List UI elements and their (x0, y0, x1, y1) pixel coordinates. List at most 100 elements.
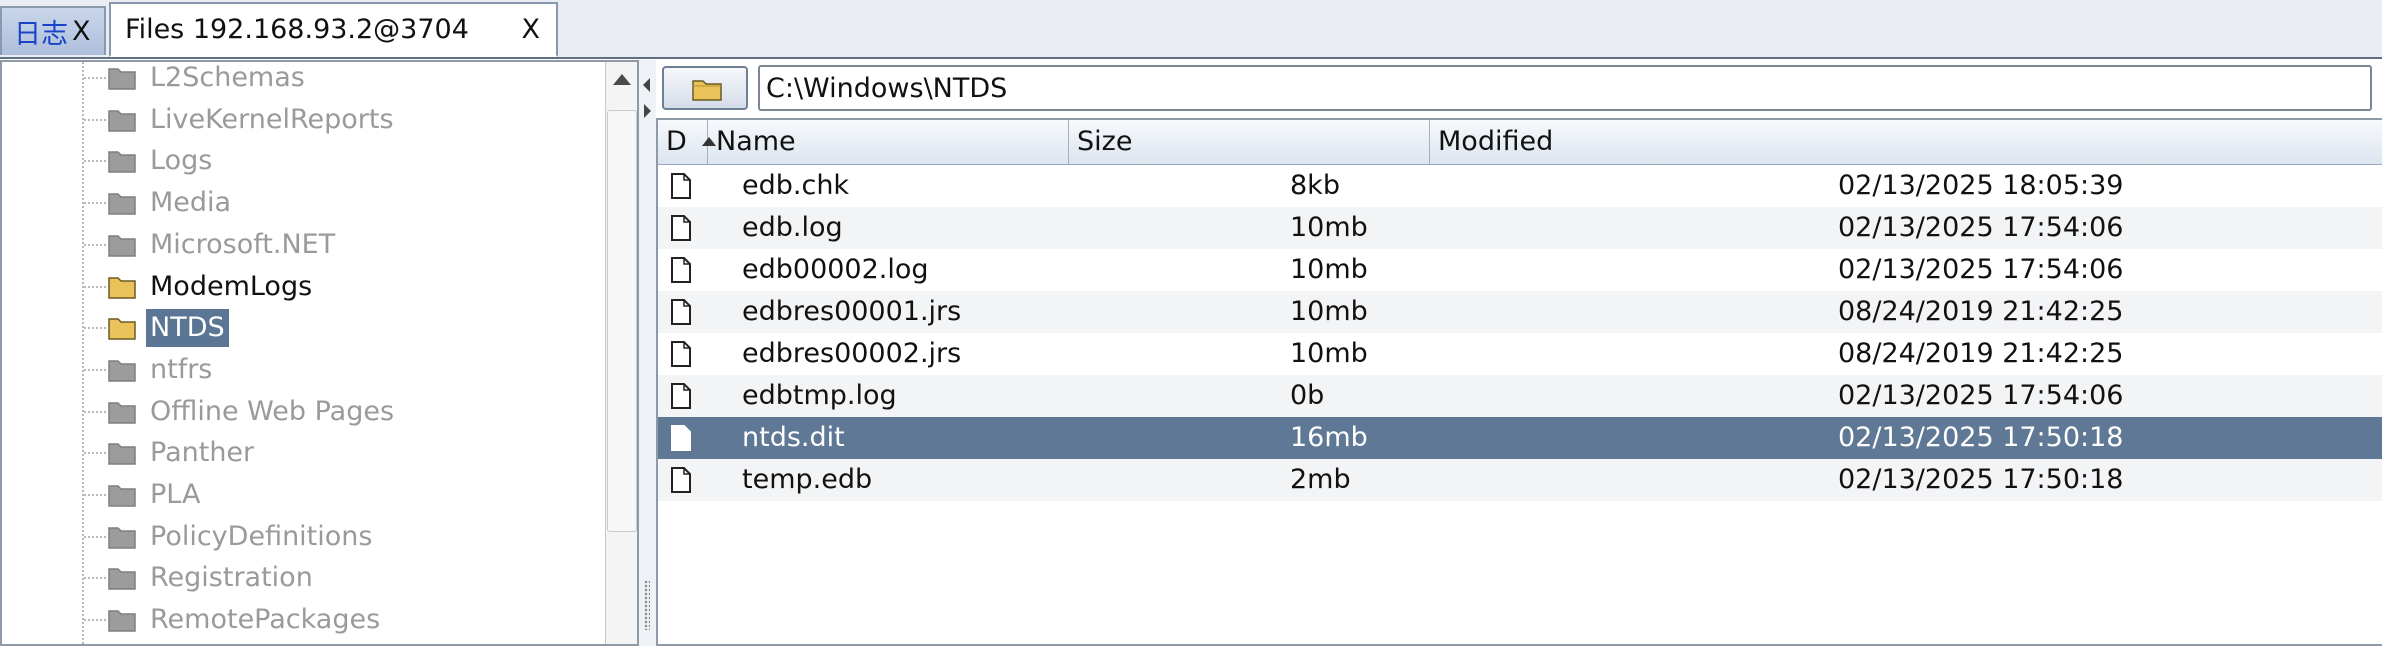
folder-icon (108, 235, 136, 257)
file-modified: 08/24/2019 21:42:25 (1838, 296, 2124, 327)
tree-guide-line (82, 62, 84, 644)
tree-item-label: Logs (150, 145, 213, 177)
folder-tree[interactable]: L2Schemas LiveKernelReports Logs Media Micro… (0, 60, 639, 646)
table-body: edb.chk 8kb 02/13/2025 18:05:39 edb.log 10mb… (658, 165, 2382, 501)
collapse-left-arrow-icon[interactable] (643, 78, 650, 92)
file-modified: 02/13/2025 18:05:39 (1838, 170, 2124, 201)
tree-connector (84, 160, 106, 163)
file-icon (671, 341, 691, 367)
tree-connector (84, 368, 106, 371)
file-name: ntds.dit (742, 422, 845, 453)
table-row[interactable]: edbres00002.jrs 10mb 08/24/2019 21:42:25 (658, 333, 2382, 375)
folder-icon (108, 276, 136, 299)
file-icon (671, 383, 691, 409)
folder-icon (108, 318, 136, 340)
tab-log[interactable]: 日志 X (0, 6, 106, 55)
tree-item-label: Microsoft.NET (150, 228, 336, 260)
splitter-grip-icon[interactable] (644, 580, 650, 630)
tree-connector (84, 285, 106, 288)
file-size: 0b (1290, 380, 1325, 411)
tree-connector (84, 452, 106, 455)
scroll-up-arrow-icon[interactable] (613, 74, 631, 85)
tree-item-label: RemotePackages (150, 604, 381, 636)
column-header-d-label: D (666, 126, 687, 157)
tree-connector (84, 77, 106, 79)
file-size: 10mb (1290, 338, 1368, 369)
file-modified: 02/13/2025 17:54:06 (1838, 254, 2124, 285)
tree-item-label: Panther (150, 437, 255, 469)
tree-item-label: Registration (150, 562, 313, 594)
folder-icon (108, 109, 136, 132)
table-row[interactable]: temp.edb 2mb 02/13/2025 17:50:18 (658, 459, 2382, 501)
panel-splitter[interactable] (639, 60, 656, 646)
folder-icon (108, 568, 136, 591)
file-name: edbres00001.jrs (742, 296, 962, 327)
folder-icon (108, 151, 136, 174)
tab-log-label: 日志 (14, 19, 68, 50)
folder-icon (108, 526, 136, 549)
file-name: edbtmp.log (742, 380, 897, 411)
file-size: 10mb (1290, 296, 1368, 327)
table-row[interactable]: ntds.dit 16mb 02/13/2025 17:50:18 (658, 417, 2382, 459)
file-name: edbres00002.jrs (742, 338, 962, 369)
up-folder-button[interactable] (662, 66, 748, 110)
folder-icon (108, 193, 136, 215)
file-size: 16mb (1290, 422, 1368, 453)
table-header: D Name Size Modified (658, 120, 2382, 165)
file-size: 10mb (1290, 212, 1368, 243)
tab-files[interactable]: Files 192.168.93.2@3704 X (109, 2, 558, 57)
file-name: edb00002.log (742, 254, 929, 285)
tree-connector (84, 535, 106, 538)
tab-strip: 日志 X Files 192.168.93.2@3704 X (0, 0, 2382, 59)
folder-icon (108, 443, 136, 466)
tree-item-label: ntfrs (150, 353, 213, 385)
tab-files-close-button[interactable]: X (522, 14, 541, 45)
table-row[interactable]: edb00002.log 10mb 02/13/2025 17:54:06 (658, 249, 2382, 291)
column-header-size[interactable]: Size (1069, 120, 1430, 164)
tree-connector (84, 327, 106, 330)
table-row[interactable]: edbtmp.log 0b 02/13/2025 17:54:06 (658, 375, 2382, 417)
tree-connector (84, 118, 106, 121)
folder-icon (108, 485, 136, 507)
folder-icon (108, 401, 136, 424)
tree-connector (84, 410, 106, 413)
file-icon (671, 173, 691, 199)
file-icon (671, 257, 691, 283)
file-icon (671, 215, 691, 241)
tree-connector (84, 577, 106, 580)
tab-log-close-button[interactable]: X (72, 16, 91, 47)
tree-item-label: ModemLogs (150, 270, 313, 302)
folder-icon (692, 80, 722, 101)
file-modified: 02/13/2025 17:54:06 (1838, 380, 2124, 411)
table-row[interactable]: edb.log 10mb 02/13/2025 17:54:06 (658, 207, 2382, 249)
tree-item-label: Media (150, 187, 232, 219)
table-row[interactable]: edbres00001.jrs 10mb 08/24/2019 21:42:25 (658, 291, 2382, 333)
tree-item-label: PLA (150, 479, 201, 510)
folder-icon (108, 68, 136, 90)
path-input[interactable] (758, 65, 2372, 111)
file-table[interactable]: D Name Size Modified edb.chk 8kb 02/13/202… (656, 118, 2382, 646)
tree-connector (84, 243, 106, 246)
tree-scrollbar[interactable] (605, 62, 637, 644)
file-modified: 02/13/2025 17:50:18 (1838, 422, 2124, 453)
file-icon (671, 467, 691, 493)
folder-icon (108, 360, 136, 382)
file-name: edb.log (742, 212, 843, 243)
table-row[interactable]: edb.chk 8kb 02/13/2025 18:05:39 (658, 165, 2382, 207)
column-header-d[interactable]: D (658, 120, 716, 164)
column-header-name[interactable]: Name (708, 120, 1069, 164)
tree-item-label: PolicyDefinitions (150, 520, 373, 552)
tree-scrollbar-thumb[interactable] (607, 110, 637, 532)
tree-item-label: Offline Web Pages (150, 395, 395, 427)
tree-item-label: L2Schemas (150, 62, 305, 93)
expand-right-arrow-icon[interactable] (644, 104, 651, 118)
folder-icon (108, 610, 136, 632)
tree-connector (84, 619, 106, 622)
column-header-modified[interactable]: Modified (1430, 120, 2382, 164)
file-icon (671, 299, 691, 325)
tree-item-label: NTDS (146, 309, 229, 348)
file-modified: 02/13/2025 17:54:06 (1838, 212, 2124, 243)
file-modified: 08/24/2019 21:42:25 (1838, 338, 2124, 369)
tab-files-label: Files 192.168.93.2@3704 (125, 14, 469, 45)
file-icon (671, 425, 691, 451)
